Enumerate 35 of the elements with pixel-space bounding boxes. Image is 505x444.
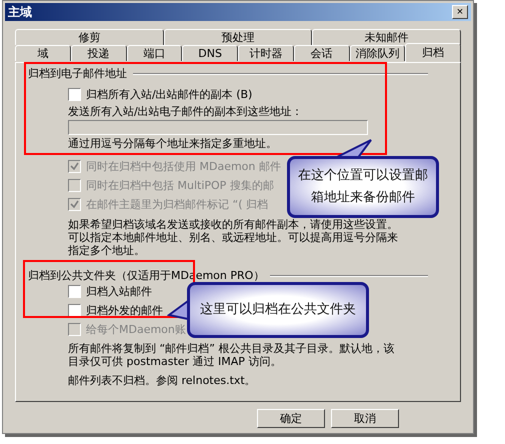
window-title: 主域 — [8, 4, 32, 20]
tab[interactable]: 未知邮件 — [312, 29, 462, 45]
checkbox-label: 给每个MDaemon账 — [86, 323, 186, 336]
tab[interactable]: 会话 — [294, 45, 350, 61]
close-button[interactable]: × — [452, 5, 468, 19]
checkbox-label: 归档所有入站/出站邮件的副本 (B) — [86, 88, 252, 101]
group-title: 归档到电子邮件地址 — [28, 67, 127, 80]
checkbox-label: 同时在归档中包括 MultiPOP 搜集的邮 — [86, 179, 274, 192]
tab[interactable]: 域 — [15, 45, 71, 61]
cancel-button[interactable]: 取消 — [331, 409, 399, 428]
checkbox[interactable] — [68, 285, 81, 298]
checkbox[interactable] — [68, 88, 81, 101]
checkbox[interactable] — [68, 304, 81, 317]
tab[interactable]: 投递 — [70, 45, 126, 61]
ok-button[interactable]: 确定 — [257, 409, 325, 428]
hint-text: 通过用逗号分隔每个地址来指定多重地址。 — [68, 137, 277, 150]
check-icon — [70, 162, 79, 171]
callout-bubble: 在这个位置可以设置邮 箱地址来备份邮件 — [287, 156, 439, 218]
tab[interactable]: 端口 — [126, 45, 182, 61]
tab[interactable]: DNS — [182, 45, 238, 61]
check-icon — [70, 200, 79, 209]
checkbox-label: 归档外发的邮件 — [86, 304, 163, 317]
tab[interactable]: 归档 — [405, 43, 461, 62]
checkbox-label: 同时在归档中包括使用 MDaemon 邮件 — [86, 160, 281, 173]
callout-bubble: 这里可以归档在公共文件夹 — [187, 282, 369, 338]
footer-text: 邮件列表不归档。参阅 relnotes.txt。 — [67, 374, 256, 387]
checkbox-label: 在邮件主题里为归档邮件标记 “( 归档 — [86, 198, 268, 211]
tab[interactable]: 消除队列 — [350, 45, 406, 61]
description-text: 所有邮件将复制到 “邮件归档” 根公共目录及其子目录。默认地，该 目录仅可供 postmaster 通过 IMAP 访问。 — [67, 342, 394, 368]
tab[interactable]: 修剪 — [15, 29, 164, 45]
tab[interactable]: 预处理 — [164, 29, 312, 45]
field-label: 发送所有入站/出站电子邮件的副本到这些地址： — [68, 105, 303, 118]
tab[interactable]: 计时器 — [238, 45, 294, 61]
checkbox-label: 归档入站邮件 — [86, 285, 152, 298]
description-text: 如果希望归档该域名发送或接收的所有邮件副本，请使用这些设置。 可以指定本地邮件地址、别名、或远程地址。可以提高用逗号分隔来 指定多个地址。 — [67, 218, 398, 257]
